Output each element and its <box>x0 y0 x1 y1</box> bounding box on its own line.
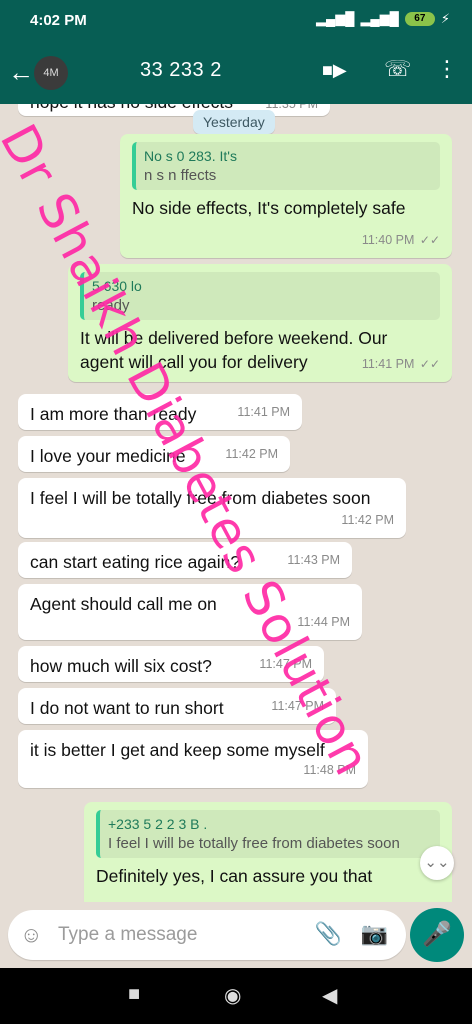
message-bubble-cut: hope it has no side effects 11:35 PM <box>18 104 330 116</box>
message-bubble-incoming[interactable]: I love your medicine 11:42 PM <box>18 436 290 472</box>
quoted-text: n s n ffects <box>144 167 217 184</box>
voice-call-icon[interactable]: ☏ <box>384 56 412 82</box>
composer: ☺ 📎 📷 🎤 <box>0 902 472 968</box>
message-text: it is better I get and keep some myself <box>30 740 325 760</box>
date-divider: Yesterday <box>193 110 275 134</box>
back-arrow-icon[interactable]: ← <box>8 58 34 86</box>
quoted-message[interactable]: 5 630 lo ready <box>80 272 440 320</box>
signal-icon: ▂▄▆█ <box>316 11 355 26</box>
avatar[interactable]: 4M <box>34 56 68 90</box>
message-time: 11:48 PM <box>303 763 356 777</box>
message-bubble-incoming[interactable]: I do not want to run short 11:47 PM <box>18 688 336 724</box>
camera-icon[interactable]: 📷 <box>361 921 388 947</box>
chat-header: ← 4M 33 233 2 ■▶ ☏ ⋮ <box>0 42 472 104</box>
message-input[interactable] <box>58 919 298 951</box>
charging-icon: ⚡ <box>440 11 450 26</box>
quoted-sender: 5 630 lo <box>92 278 142 294</box>
message-bubble-incoming[interactable]: can start eating rice again? 11:43 PM <box>18 542 352 578</box>
message-time: 11:44 PM <box>297 615 350 629</box>
message-time: 11:41 PM <box>237 405 290 419</box>
message-bubble-incoming[interactable]: I feel I will be totally free from diabe… <box>18 478 406 538</box>
status-bar: 4:02 PM ▂▄▆█ ▂▄▆█ 67 ⚡ <box>0 0 472 42</box>
emoji-icon[interactable]: ☺ <box>20 922 42 948</box>
contact-title[interactable]: 33 233 2 <box>140 59 222 82</box>
system-nav-bar: ■ ◉ ◀ <box>0 968 472 1024</box>
message-time: 11:40 PM <box>361 233 415 247</box>
message-text: Agent should call me on <box>30 594 217 614</box>
message-bubble-incoming[interactable]: I am more than ready 11:41 PM <box>18 394 302 430</box>
message-bubble-outgoing[interactable]: 5 630 lo ready It will be delivered befo… <box>68 264 452 382</box>
scroll-down-icon[interactable]: ⌄⌄ <box>420 846 454 880</box>
home-icon[interactable]: ◉ <box>224 983 241 1008</box>
message-bubble-incoming[interactable]: it is better I get and keep some myself … <box>18 730 368 788</box>
message-bubble-incoming[interactable]: Agent should call me on 11:44 PM <box>18 584 362 640</box>
status-time: 4:02 PM <box>30 12 87 29</box>
read-ticks-icon: ✓✓ <box>419 233 440 247</box>
quoted-sender: No s 0 283. It's <box>144 148 237 164</box>
mic-button[interactable]: 🎤 <box>410 908 464 962</box>
message-time: 11:47 PM <box>271 699 324 713</box>
message-time: 11:43 PM <box>287 553 340 567</box>
quoted-message[interactable]: +233 5 2 2 3 B . I feel I will be totall… <box>96 810 440 858</box>
chat-area[interactable]: hope it has no side effects 11:35 PM Yes… <box>0 104 472 902</box>
quoted-text: ready <box>92 297 130 314</box>
message-bubble-incoming[interactable]: how much will six cost? 11:47 PM <box>18 646 324 682</box>
recent-apps-icon[interactable]: ■ <box>128 983 140 1006</box>
message-text: I am more than ready <box>30 404 197 424</box>
attach-icon[interactable]: 📎 <box>315 921 342 947</box>
message-meta: 11:41 PM ✓✓ <box>362 352 440 376</box>
signal-icon-2: ▂▄▆█ <box>360 11 399 26</box>
mic-icon: 🎤 <box>422 921 452 948</box>
quoted-sender: +233 5 2 2 3 B . <box>108 816 208 832</box>
message-text: can start eating rice again? <box>30 552 241 572</box>
message-text: I feel I will be totally free from diabe… <box>30 488 371 508</box>
quoted-message[interactable]: No s 0 283. It's n s n ffects <box>132 142 440 190</box>
message-text: how much will six cost? <box>30 656 212 676</box>
status-icons: ▂▄▆█ ▂▄▆█ 67 ⚡ <box>316 11 450 27</box>
message-meta: 11:40 PM ✓✓ <box>362 228 440 252</box>
menu-icon[interactable]: ⋮ <box>436 56 458 82</box>
message-text: No side effects, It's completely safe <box>132 198 406 218</box>
video-call-icon[interactable]: ■▶ <box>322 60 347 81</box>
battery-icon: 67 <box>404 12 435 26</box>
message-text: I love your medicine <box>30 446 186 466</box>
message-input-box[interactable]: ☺ 📎 📷 <box>8 910 406 960</box>
message-time: 11:42 PM <box>225 447 278 461</box>
nav-back-icon[interactable]: ◀ <box>322 983 337 1008</box>
read-ticks-icon: ✓✓ <box>419 357 440 371</box>
message-time: 11:41 PM <box>361 357 415 371</box>
message-time: 11:47 PM <box>259 657 312 671</box>
message-bubble-outgoing[interactable]: No s 0 283. It's n s n ffects No side ef… <box>120 134 452 258</box>
message-time: 11:42 PM <box>341 513 394 527</box>
quoted-text: I feel I will be totally free from diabe… <box>108 835 400 852</box>
message-text: I do not want to run short <box>30 698 224 718</box>
message-bubble-outgoing[interactable]: +233 5 2 2 3 B . I feel I will be totall… <box>84 802 452 902</box>
message-text: Definitely yes, I can assure you that <box>96 866 373 886</box>
